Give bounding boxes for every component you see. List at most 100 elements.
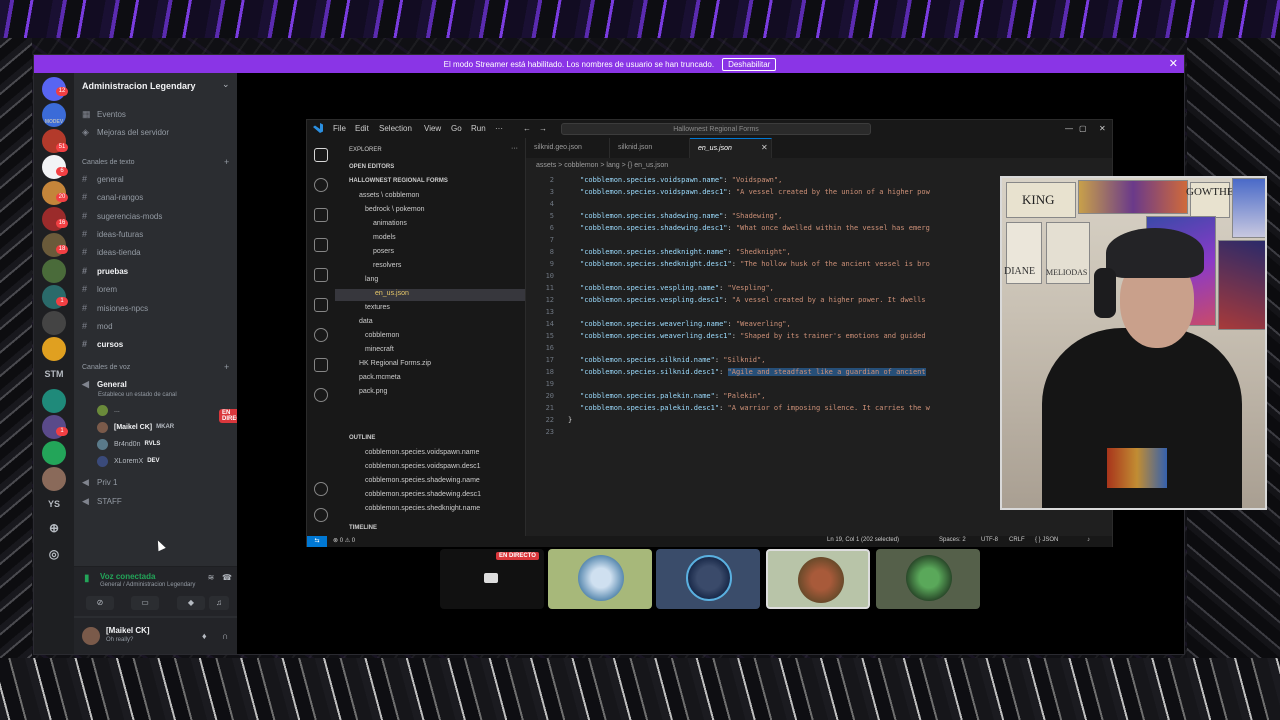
voice-channel-priv-1[interactable]: ◀ Priv 1 bbox=[82, 475, 117, 489]
project-root[interactable]: HALLOWNEST REGIONAL FORMS bbox=[349, 178, 448, 184]
tab-silknid-geo[interactable]: silknid.geo.json bbox=[526, 138, 610, 158]
notifications-icon[interactable]: ♪ bbox=[1087, 537, 1090, 543]
tree-file[interactable]: pack.png bbox=[359, 388, 387, 395]
outline-item[interactable]: cobblemon.species.shadewing.desc1 bbox=[365, 491, 481, 498]
voice-channel-general[interactable]: ◀ General bbox=[82, 377, 127, 391]
outline-section[interactable]: OUTLINE bbox=[349, 435, 375, 441]
stream-tile[interactable]: EN DIRECTO bbox=[440, 549, 544, 609]
voice-connected-label[interactable]: Voz conectada bbox=[100, 572, 155, 581]
tree-folder[interactable]: assets \ cobblemon bbox=[359, 192, 419, 199]
tree-file-en-us[interactable]: en_us.json bbox=[375, 290, 409, 297]
extension-icon[interactable] bbox=[314, 358, 328, 372]
tree-selected-row[interactable] bbox=[335, 289, 525, 301]
outline-item[interactable]: cobblemon.species.shedknight.name bbox=[365, 505, 480, 512]
indentation[interactable]: Spaces: 2 bbox=[939, 537, 966, 543]
voice-channel-staff[interactable]: ◀ STAFF bbox=[82, 494, 122, 508]
screen-share-button[interactable]: ▭ bbox=[131, 596, 159, 610]
boosts-item[interactable]: ◈ Mejoras del servidor bbox=[82, 125, 169, 139]
close-tab-icon[interactable]: ✕ bbox=[761, 143, 768, 152]
code-line[interactable]: "cobblemon.species.palekin.name": "Palek… bbox=[580, 392, 1000, 400]
menu-selection[interactable]: Selection bbox=[379, 124, 412, 133]
back-arrow-icon[interactable]: ← bbox=[523, 124, 531, 133]
add-server-icon[interactable]: ⊕ bbox=[34, 521, 74, 535]
disconnect-icon[interactable]: ☎ bbox=[220, 571, 234, 585]
text-channels-category[interactable]: Canales de texto bbox=[82, 159, 135, 166]
more-actions-icon[interactable]: ··· bbox=[511, 145, 518, 152]
code-line[interactable]: "cobblemon.species.voidspawn.name": "Voi… bbox=[580, 176, 1000, 184]
server-icon[interactable] bbox=[42, 389, 66, 413]
server-name[interactable]: Administracion Legendary bbox=[82, 81, 196, 91]
channel-cursos[interactable]: # cursos bbox=[82, 337, 123, 351]
code-line[interactable]: "cobblemon.species.shadewing.name": "Sha… bbox=[580, 212, 1000, 220]
server-label[interactable]: STM bbox=[34, 369, 74, 379]
voice-channels-category[interactable]: Canales de voz bbox=[82, 364, 130, 371]
code-line[interactable]: "cobblemon.species.voidspawn.desc1": "A … bbox=[580, 188, 1000, 196]
code-line[interactable]: "cobblemon.species.vespling.name": "Vesp… bbox=[580, 284, 1000, 292]
open-editors-section[interactable]: OPEN EDITORS bbox=[349, 164, 394, 170]
tree-folder[interactable]: resolvers bbox=[373, 262, 401, 269]
timeline-section[interactable]: TIMELINE bbox=[349, 525, 377, 531]
events-item[interactable]: ▦ Eventos bbox=[82, 107, 126, 121]
add-channel-icon[interactable]: + bbox=[224, 362, 229, 372]
tree-folder[interactable]: models bbox=[373, 234, 396, 241]
close-icon[interactable]: ✕ bbox=[1099, 124, 1106, 133]
username[interactable]: [Maikel CK] bbox=[106, 626, 150, 635]
channel-canal-rangos[interactable]: # canal-rangos bbox=[82, 190, 143, 204]
participant-tile[interactable] bbox=[656, 549, 760, 609]
channel-mod[interactable]: # mod bbox=[82, 319, 113, 333]
soundboard-button[interactable]: ♫ bbox=[209, 596, 229, 610]
breadcrumb[interactable]: assets > cobblemon > lang > {} en_us.jso… bbox=[536, 162, 668, 169]
search-icon[interactable] bbox=[314, 178, 328, 192]
tree-folder[interactable]: textures bbox=[365, 304, 390, 311]
outline-item[interactable]: cobblemon.species.shadewing.name bbox=[365, 477, 480, 484]
signal-icon[interactable]: ▮ bbox=[84, 573, 90, 584]
tree-folder[interactable]: bedrock \ pokemon bbox=[365, 206, 425, 213]
disable-streamer-button[interactable]: Deshabilitar bbox=[722, 57, 777, 71]
code-line[interactable]: "cobblemon.species.weaverling.name": "We… bbox=[580, 320, 1000, 328]
tree-file[interactable]: pack.mcmeta bbox=[359, 374, 401, 381]
code-line[interactable]: "cobblemon.species.shedknight.name": "Sh… bbox=[580, 248, 1000, 256]
code-line[interactable]: "cobblemon.species.vespling.desc1": "A v… bbox=[580, 296, 1000, 304]
explore-servers-icon[interactable]: ◎ bbox=[34, 547, 74, 561]
tab-en-us[interactable]: en_us.json bbox=[690, 138, 772, 158]
channel-ideas-tienda[interactable]: # ideas-tienda bbox=[82, 245, 141, 259]
avatar[interactable] bbox=[82, 627, 100, 645]
tree-folder[interactable]: minecraft bbox=[365, 346, 394, 353]
participant-tile[interactable] bbox=[766, 549, 870, 609]
server-icon[interactable] bbox=[42, 311, 66, 335]
channel-misiones-npcs[interactable]: # misiones-npcs bbox=[82, 301, 148, 315]
extensions-icon[interactable] bbox=[314, 268, 328, 282]
camera-off-button[interactable]: ⊘ bbox=[86, 596, 114, 610]
code-line[interactable]: "cobblemon.species.shedknight.desc1": "T… bbox=[580, 260, 1000, 268]
explorer-icon[interactable] bbox=[314, 148, 328, 162]
tree-file[interactable]: HK Regional Forms.zip bbox=[359, 360, 431, 367]
forward-arrow-icon[interactable]: → bbox=[539, 124, 547, 133]
code-line[interactable]: "cobblemon.species.shadewing.desc1": "Wh… bbox=[580, 224, 1000, 232]
remote-icon[interactable]: ⇆ bbox=[307, 536, 327, 547]
maximize-icon[interactable]: ▢ bbox=[1079, 124, 1087, 133]
microphone-icon[interactable]: ♦ bbox=[202, 631, 207, 641]
tree-folder[interactable]: posers bbox=[373, 248, 394, 255]
tab-silknid[interactable]: silknid.json bbox=[610, 138, 690, 158]
menu-more[interactable]: ··· bbox=[495, 124, 503, 133]
tree-folder[interactable]: data bbox=[359, 318, 373, 325]
channel-general[interactable]: # general bbox=[82, 172, 124, 186]
channel-ideas-futuras[interactable]: # ideas-futuras bbox=[82, 227, 143, 241]
server-icon[interactable] bbox=[42, 467, 66, 491]
cursor-position[interactable]: Ln 19, Col 1 (202 selected) bbox=[827, 537, 899, 543]
code-line[interactable]: "cobblemon.species.silknid.name": "Silkn… bbox=[580, 356, 1000, 364]
add-channel-icon[interactable]: + bbox=[224, 157, 229, 167]
server-label[interactable]: YS bbox=[34, 499, 74, 509]
encoding[interactable]: UTF-8 bbox=[981, 537, 998, 543]
tree-folder[interactable]: cobblemon bbox=[365, 332, 399, 339]
menu-run[interactable]: Run bbox=[471, 124, 486, 133]
server-icon[interactable] bbox=[42, 441, 66, 465]
server-icon[interactable] bbox=[42, 259, 66, 283]
voice-user[interactable]: ... bbox=[97, 403, 120, 417]
close-icon[interactable]: ✕ bbox=[1169, 57, 1178, 70]
noise-suppression-icon[interactable]: ≋ bbox=[204, 571, 218, 585]
remote-explorer-icon[interactable] bbox=[314, 298, 328, 312]
account-icon[interactable] bbox=[314, 482, 328, 496]
outline-item[interactable]: cobblemon.species.voidspawn.desc1 bbox=[365, 463, 481, 470]
problems-count[interactable]: ⊗ 0 ⚠ 0 bbox=[333, 537, 355, 544]
